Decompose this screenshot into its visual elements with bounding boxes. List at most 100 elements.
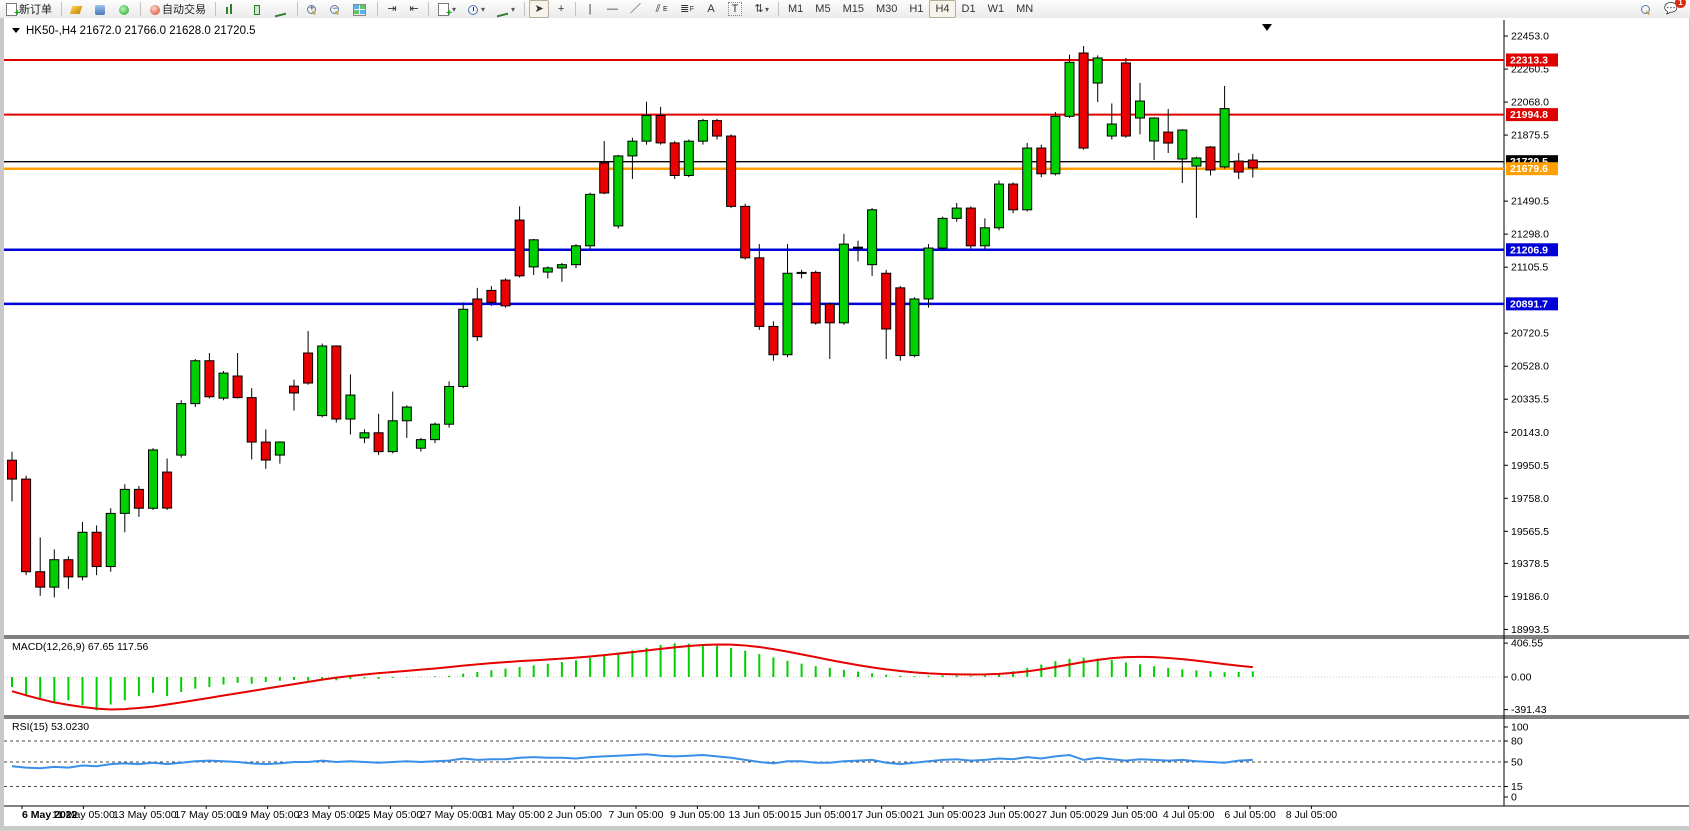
candle — [741, 206, 750, 257]
zoom-out-button[interactable] — [325, 0, 346, 18]
auto-scroll-button[interactable]: ⇥ — [382, 0, 402, 18]
time-label: 17 May 05:00 — [174, 809, 238, 821]
signals-icon — [119, 5, 129, 15]
timeframe-toolbar: M1M5M15M30H1H4D1W1MN — [782, 0, 1039, 18]
timeframe-m15-button[interactable]: M15 — [837, 0, 870, 18]
chevron-down-icon: ▾ — [481, 5, 485, 14]
candle — [529, 240, 538, 267]
search-button[interactable] — [1636, 0, 1657, 18]
new-order-button[interactable]: 新订单 — [1, 0, 57, 18]
timeframe-d1-button[interactable]: D1 — [956, 0, 982, 18]
candle — [487, 290, 496, 302]
candle — [233, 376, 242, 398]
candle — [36, 572, 45, 587]
signals-button[interactable] — [114, 0, 136, 18]
candle — [980, 228, 989, 246]
auto-trading-button[interactable]: 自动交易 — [145, 0, 211, 18]
templates-icon — [497, 4, 508, 17]
svg-text:20720.5: 20720.5 — [1511, 328, 1549, 340]
tile-windows-icon — [353, 4, 366, 16]
time-label: 29 Jun 05:00 — [1097, 809, 1158, 821]
chart-title: HK50-,H4 21672.0 21766.0 21628.0 21720.5 — [12, 25, 256, 37]
candle — [684, 141, 693, 175]
timeframe-m5-button[interactable]: M5 — [809, 0, 836, 18]
auto-scroll-icon: ⇥ — [387, 3, 397, 15]
timeframe-h1-button[interactable]: H1 — [903, 0, 929, 18]
horizontal-line-button[interactable]: — — [602, 0, 623, 18]
templates-button[interactable]: ▾ — [492, 0, 520, 18]
chart-window[interactable]: 22453.022260.522068.021875.521490.521298… — [0, 18, 1690, 830]
chart-background — [4, 18, 1689, 826]
svg-text:21994.8: 21994.8 — [1510, 109, 1548, 121]
svg-text:19758.0: 19758.0 — [1511, 493, 1549, 505]
svg-text:22313.3: 22313.3 — [1510, 55, 1548, 67]
candle — [50, 560, 59, 587]
crosshair-button[interactable]: + — [551, 0, 571, 18]
candle — [839, 244, 848, 323]
notifications-button[interactable]: 💬 1 — [1659, 0, 1683, 18]
macd-label: MACD(12,26,9) 67.65 117.56 — [12, 641, 149, 653]
trendline-button[interactable]: ／ — [625, 0, 646, 18]
cursor-icon: ➤ — [534, 3, 544, 15]
indicators-button[interactable]: ▾ — [433, 0, 461, 18]
candle — [966, 208, 975, 246]
zoom-out-icon — [330, 5, 339, 14]
time-label: 17 Jun 05:00 — [851, 809, 912, 821]
candle — [868, 210, 877, 265]
svg-text:22453.0: 22453.0 — [1511, 31, 1549, 43]
candle — [219, 373, 228, 398]
candlestick-icon — [254, 5, 260, 15]
candle — [332, 346, 341, 419]
candle — [416, 440, 425, 449]
zoom-in-button[interactable] — [302, 0, 323, 18]
candle — [304, 353, 313, 383]
time-axis[interactable]: 6 May 202211 May 05:0013 May 05:0017 May… — [22, 806, 1337, 821]
timeframe-m30-button[interactable]: M30 — [870, 0, 903, 18]
timeframe-w1-button[interactable]: W1 — [982, 0, 1011, 18]
candle — [586, 194, 595, 245]
candle — [459, 309, 468, 386]
time-label: 6 Jul 05:00 — [1224, 809, 1276, 821]
candle — [557, 265, 566, 268]
svg-text:20528.0: 20528.0 — [1511, 361, 1549, 373]
fibonacci-icon: ≣ — [680, 3, 690, 15]
candlestick-chart-button[interactable] — [246, 0, 268, 18]
candle — [952, 208, 961, 218]
line-chart-button[interactable] — [270, 0, 293, 18]
expert-advisors-button[interactable] — [90, 0, 112, 18]
equidistant-channel-button[interactable]: ⫽E — [648, 0, 673, 18]
candle — [360, 433, 369, 438]
text-tool-button[interactable]: A — [701, 0, 721, 18]
fibonacci-button[interactable]: ≣F — [675, 0, 699, 18]
candle — [1220, 109, 1229, 167]
tile-windows-button[interactable] — [348, 0, 373, 18]
svg-text:19186.0: 19186.0 — [1511, 591, 1549, 603]
time-label: 19 May 05:00 — [236, 809, 300, 821]
arrows-button[interactable]: ⇅▾ — [749, 0, 774, 18]
timeframe-h4-button[interactable]: H4 — [929, 0, 955, 18]
rsi-label: RSI(15) 53.0230 — [12, 721, 89, 733]
candle — [1136, 101, 1145, 118]
candle — [318, 346, 327, 416]
styler-icon — [70, 6, 83, 14]
candle — [698, 121, 707, 142]
periods-button[interactable]: ▾ — [463, 0, 490, 18]
auto-trading-icon — [150, 5, 160, 15]
cursor-button[interactable]: ➤ — [529, 0, 549, 18]
styler-button[interactable] — [66, 0, 88, 18]
candle — [149, 450, 158, 508]
vertical-line-button[interactable]: | — [580, 0, 600, 18]
candlestick-chart[interactable]: 22453.022260.522068.021875.521490.521298… — [4, 18, 1689, 826]
candle — [1079, 53, 1088, 148]
text-label-button[interactable]: T — [723, 0, 747, 18]
candle — [346, 395, 355, 419]
timeframe-mn-button[interactable]: MN — [1010, 0, 1039, 18]
candle — [163, 472, 172, 508]
bar-chart-button[interactable] — [220, 0, 244, 18]
timeframe-m1-button[interactable]: M1 — [782, 0, 809, 18]
candle — [783, 273, 792, 354]
svg-text:21679.6: 21679.6 — [1510, 163, 1548, 175]
chart-shift-button[interactable]: ⇤ — [404, 0, 424, 18]
indicators-icon — [438, 3, 449, 16]
candle — [1107, 124, 1116, 136]
